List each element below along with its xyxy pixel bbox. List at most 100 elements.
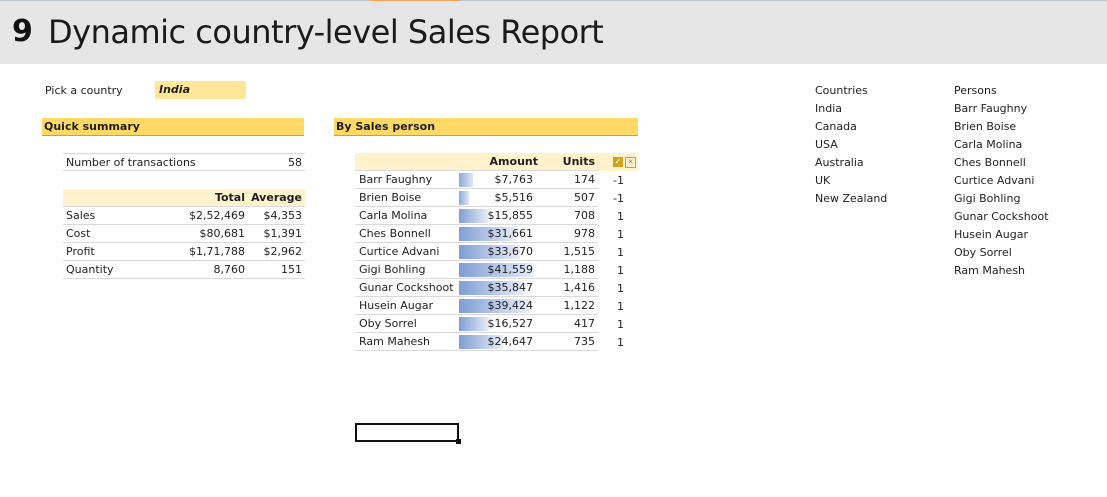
- country-list-item[interactable]: UK: [815, 174, 830, 187]
- transactions-row: Number of transactions 58: [63, 153, 305, 171]
- sales-amount-value[interactable]: $15,855: [488, 207, 534, 224]
- person-list-item[interactable]: Ches Bonnell: [954, 156, 1026, 169]
- summary-total-value[interactable]: 8,760: [214, 261, 246, 278]
- person-list-item[interactable]: Oby Sorrel: [954, 246, 1012, 259]
- summary-row-label: Profit: [66, 245, 95, 258]
- person-list-item[interactable]: Ram Mahesh: [954, 264, 1025, 277]
- country-list-item[interactable]: New Zealand: [815, 192, 887, 205]
- report-header: 9 Dynamic country-level Sales Report: [0, 1, 1107, 64]
- transactions-value[interactable]: 58: [288, 154, 302, 171]
- sales-amount-value[interactable]: $5,516: [495, 189, 534, 206]
- sales-person-row: Ches Bonnell $31,661 978: [355, 225, 598, 243]
- sales-person-row: Oby Sorrel $16,527 417: [355, 315, 598, 333]
- trend-flag-value[interactable]: 1: [617, 210, 624, 223]
- person-list-item[interactable]: Gunar Cockshoot: [954, 210, 1049, 223]
- sales-person-row: Carla Molina $15,855 708: [355, 207, 598, 225]
- sales-units-value[interactable]: 1,515: [564, 243, 596, 260]
- sales-units-value[interactable]: 1,416: [564, 279, 596, 296]
- amount-databar: [459, 209, 488, 223]
- summary-row: Quantity 8,760 151: [63, 261, 305, 279]
- sales-person-row: Gigi Bohling $41,559 1,188: [355, 261, 598, 279]
- selected-cell[interactable]: [355, 423, 459, 442]
- summary-average-value[interactable]: $2,962: [264, 243, 303, 260]
- sales-person-name: Ches Bonnell: [359, 227, 431, 240]
- pick-country-label: Pick a country: [45, 84, 123, 97]
- sales-amount-value[interactable]: $41,559: [488, 261, 534, 278]
- summary-average-value[interactable]: 151: [281, 261, 302, 278]
- trend-flag-value[interactable]: 1: [617, 264, 624, 277]
- trend-flag-value[interactable]: 1: [617, 318, 624, 331]
- transactions-label: Number of transactions: [66, 156, 196, 169]
- person-list-item[interactable]: Carla Molina: [954, 138, 1022, 151]
- trend-flag-value[interactable]: 1: [617, 246, 624, 259]
- fill-handle[interactable]: [456, 439, 461, 444]
- sales-person-name: Curtice Advani: [359, 245, 440, 258]
- countries-header: Countries: [815, 84, 868, 97]
- country-list-item[interactable]: Australia: [815, 156, 864, 169]
- sales-person-table-header: Amount Units: [355, 153, 598, 171]
- trend-flag-value[interactable]: 1: [617, 300, 624, 313]
- summary-total-value[interactable]: $2,52,469: [189, 207, 245, 224]
- amount-databar: [459, 191, 469, 205]
- report-number: 9: [12, 14, 33, 49]
- persons-header: Persons: [954, 84, 997, 97]
- summary-row: Profit $1,71,788 $2,962: [63, 243, 305, 261]
- trend-flag-value[interactable]: 1: [617, 228, 624, 241]
- summary-row: Sales $2,52,469 $4,353: [63, 207, 305, 225]
- trend-flag-value[interactable]: -1: [613, 192, 624, 205]
- summary-row-label: Quantity: [66, 263, 114, 276]
- sales-person-name: Barr Faughny: [359, 173, 433, 186]
- summary-total-value[interactable]: $1,71,788: [189, 243, 245, 260]
- sales-person-name: Ram Mahesh: [359, 335, 431, 348]
- sales-amount-value[interactable]: $39,424: [488, 297, 534, 314]
- sales-units-value[interactable]: 1,188: [564, 261, 596, 278]
- person-list-item[interactable]: Curtice Advani: [954, 174, 1034, 187]
- person-list-item[interactable]: Gigi Bohling: [954, 192, 1020, 205]
- person-list-item[interactable]: Barr Faughny: [954, 102, 1027, 115]
- sales-units-value[interactable]: 507: [574, 189, 595, 206]
- country-list-item[interactable]: USA: [815, 138, 838, 151]
- sales-units-value[interactable]: 174: [574, 171, 595, 188]
- column-header-units: Units: [562, 155, 595, 168]
- sales-amount-value[interactable]: $16,527: [488, 315, 534, 332]
- column-header-amount: Amount: [489, 155, 538, 168]
- country-list-item[interactable]: Canada: [815, 120, 857, 133]
- sales-person-name: Gigi Bohling: [359, 263, 426, 276]
- sales-person-row: Gunar Cockshoot $35,847 1,416: [355, 279, 598, 297]
- sales-person-row: Curtice Advani $33,670 1,515: [355, 243, 598, 261]
- person-list-item[interactable]: Brien Boise: [954, 120, 1016, 133]
- sales-person-row: Barr Faughny $7,763 174: [355, 171, 598, 189]
- checkmark-icon: ✓: [613, 157, 623, 167]
- person-list-item[interactable]: Husein Augar: [954, 228, 1028, 241]
- country-picker-cell[interactable]: India: [155, 81, 246, 99]
- sales-amount-value[interactable]: $33,670: [488, 243, 534, 260]
- sales-person-name: Carla Molina: [359, 209, 428, 222]
- sales-units-value[interactable]: 708: [574, 207, 595, 224]
- summary-row: Cost $80,681 $1,391: [63, 225, 305, 243]
- sales-units-value[interactable]: 735: [574, 333, 595, 350]
- sales-amount-value[interactable]: $24,647: [488, 333, 534, 350]
- sales-person-name: Brien Boise: [359, 191, 422, 204]
- by-sales-person-header: By Sales person: [334, 118, 638, 136]
- sales-person-row: Brien Boise $5,516 507: [355, 189, 598, 207]
- trend-flag-value[interactable]: 1: [617, 282, 624, 295]
- amount-databar: [459, 173, 473, 187]
- trend-flag-value[interactable]: 1: [617, 336, 624, 349]
- summary-total-value[interactable]: $80,681: [200, 225, 246, 242]
- report-title: Dynamic country-level Sales Report: [48, 13, 604, 51]
- sales-amount-value[interactable]: $31,661: [488, 225, 534, 242]
- summary-average-value[interactable]: $1,391: [264, 225, 303, 242]
- sales-units-value[interactable]: 417: [574, 315, 595, 332]
- cross-icon: ✕: [625, 157, 636, 168]
- sales-person-row: Husein Augar $39,424 1,122: [355, 297, 598, 315]
- sales-units-value[interactable]: 1,122: [564, 297, 596, 314]
- sales-units-value[interactable]: 978: [574, 225, 595, 242]
- summary-average-value[interactable]: $4,353: [264, 207, 303, 224]
- sales-amount-value[interactable]: $7,763: [495, 171, 534, 188]
- country-list-item[interactable]: India: [815, 102, 842, 115]
- summary-row-label: Sales: [66, 209, 96, 222]
- sales-amount-value[interactable]: $35,847: [488, 279, 534, 296]
- sales-person-name: Husein Augar: [359, 299, 434, 312]
- column-header-average: Average: [251, 191, 302, 204]
- trend-flag-value[interactable]: -1: [613, 174, 624, 187]
